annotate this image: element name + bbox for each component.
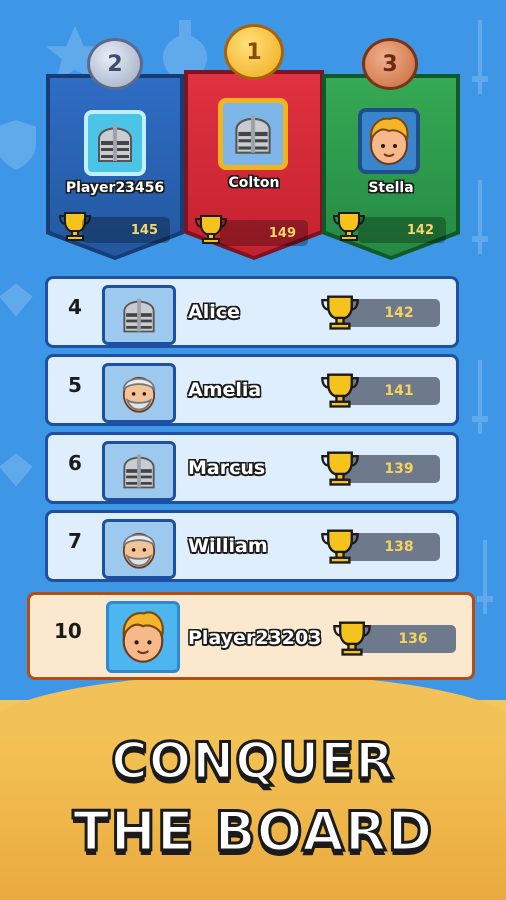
avatar[interactable] [102, 519, 176, 579]
podium-score: 142 [358, 217, 446, 243]
old-man-icon [122, 376, 156, 413]
knight-helmet-icon [235, 115, 271, 154]
blond-boy-icon [122, 611, 164, 663]
podium-player-name: Stella [368, 180, 414, 196]
avatar[interactable] [102, 285, 176, 345]
player-name: Alice [188, 301, 240, 323]
silver-medal-icon: 2 [87, 38, 143, 90]
podium-player-name: Player23456 [65, 180, 165, 196]
player-name: Player23203 [188, 627, 322, 649]
avatar[interactable] [102, 363, 176, 423]
shield-icon [0, 120, 36, 170]
gold-medal-icon: 1 [224, 24, 284, 80]
bronze-medal-icon: 3 [362, 38, 418, 90]
leaderboard-row[interactable]: 7 William 138 [45, 510, 459, 582]
rank-number: 10 [54, 619, 82, 643]
sword-icon [472, 20, 488, 94]
rank-number: 4 [68, 295, 82, 319]
player-name: William [188, 535, 268, 557]
headline-line-1: CONQUER [110, 731, 396, 792]
avatar[interactable] [106, 601, 180, 673]
leaderboard-row[interactable]: 5 Amelia 141 [45, 354, 459, 426]
podium-score: 145 [82, 217, 170, 243]
trophy-icon [321, 295, 359, 330]
sword-icon [472, 180, 488, 254]
gem-icon [0, 453, 33, 487]
leaderboard-row[interactable]: 6 Marcus 139 [45, 432, 459, 504]
old-man-icon [122, 532, 156, 569]
gem-icon [0, 283, 33, 317]
knight-helmet-icon [98, 125, 132, 162]
blond-boy-icon [369, 117, 409, 165]
leaderboard-row[interactable]: 4 Alice 142 [45, 276, 459, 348]
avatar[interactable] [102, 441, 176, 501]
trophy-icon [321, 451, 359, 486]
sword-icon [472, 360, 488, 434]
trophy-icon [321, 373, 359, 408]
avatar[interactable] [358, 108, 420, 174]
player-name: Amelia [188, 379, 262, 401]
rank-number: 7 [68, 529, 82, 553]
trophy-icon [321, 529, 359, 564]
knight-helmet-icon [123, 454, 155, 489]
avatar[interactable] [218, 98, 288, 170]
knight-helmet-icon [123, 298, 155, 333]
rank-number: 5 [68, 373, 82, 397]
rank-number: 6 [68, 451, 82, 475]
podium-score: 149 [220, 220, 308, 246]
avatar[interactable] [84, 110, 146, 176]
current-player-row[interactable]: 10 Player23203 136 [27, 592, 475, 680]
trophy-icon [333, 621, 371, 656]
headline-line-2: THE BOARD [71, 799, 434, 865]
podium-player-name: Colton [228, 175, 280, 191]
player-name: Marcus [188, 457, 266, 479]
